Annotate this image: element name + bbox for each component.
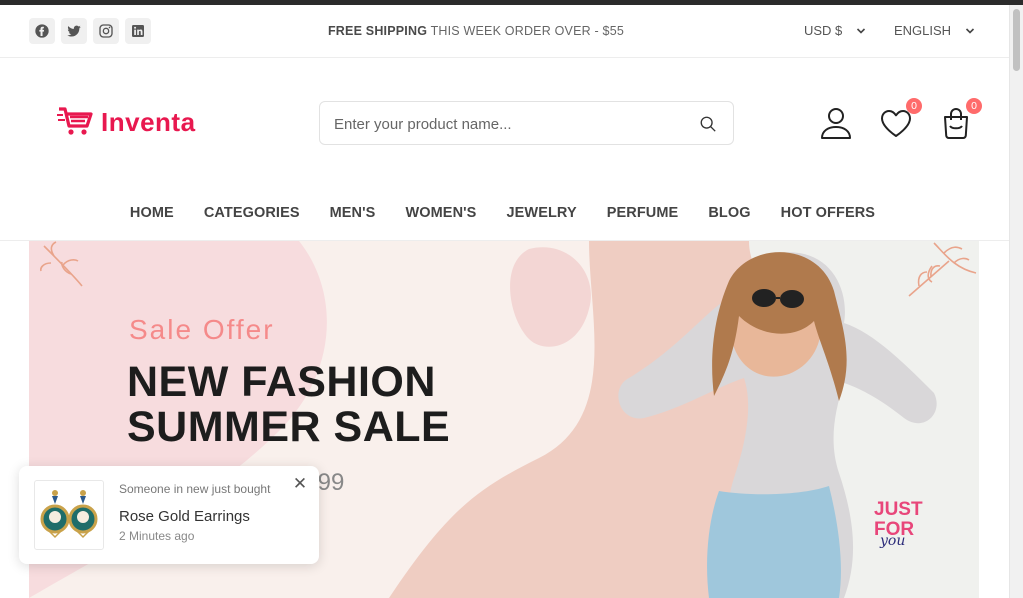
top-bar: FREE SHIPPING THIS WEEK ORDER OVER - $55… [0, 5, 1009, 58]
scrollbar-thumb[interactable] [1013, 9, 1020, 71]
hero-headline-line1: NEW FASHION [127, 358, 436, 406]
site-logo[interactable]: Inventa [57, 106, 196, 138]
chevron-down-icon [857, 27, 866, 34]
just-for-you-tag: JUST FOR you [874, 499, 923, 549]
nav-hot-offers[interactable]: HOT OFFERS [781, 205, 875, 221]
shipping-text: THIS WEEK ORDER OVER - $55 [427, 24, 625, 38]
search-box [319, 101, 734, 145]
nav-mens[interactable]: MEN'S [330, 205, 376, 221]
search-icon[interactable] [699, 115, 717, 133]
search-input[interactable] [334, 112, 674, 136]
hero-headline: NEW FASHION SUMMER SALE [127, 360, 450, 450]
currency-select[interactable]: USD $ [804, 23, 866, 38]
hero-headline-line2: SUMMER SALE [127, 403, 451, 451]
nav-blog[interactable]: BLOG [708, 205, 750, 221]
nav-home[interactable]: HOME [130, 205, 174, 221]
wishlist-count-badge: 0 [906, 98, 922, 114]
cart-count-badge: 0 [966, 98, 982, 114]
purchased-product-name[interactable]: Rose Gold Earrings [119, 508, 250, 525]
language-value: ENGLISH [894, 23, 952, 38]
tag-line-3: you [879, 533, 905, 549]
recent-purchase-popup[interactable]: Someone in new just bought Rose Gold Ear… [19, 466, 319, 564]
brand-name: Inventa [101, 106, 196, 137]
earrings-image [40, 490, 98, 539]
nav-perfume[interactable]: PERFUME [607, 205, 679, 221]
cart-logo-icon [57, 107, 93, 135]
cart-button[interactable]: 0 [939, 98, 982, 140]
nav-womens[interactable]: WOMEN'S [405, 205, 476, 221]
user-icon [821, 108, 851, 139]
purchase-meta: Someone in new just bought [119, 482, 271, 496]
shipping-highlight: FREE SHIPPING [327, 24, 428, 38]
nav-categories[interactable]: CATEGORIES [204, 205, 300, 221]
hero-subtitle: Sale Offer [129, 314, 275, 345]
product-thumbnail[interactable] [34, 480, 104, 550]
tag-line-1: JUST [874, 499, 923, 520]
currency-value: USD $ [804, 23, 843, 38]
wishlist-button[interactable]: 0 [879, 98, 922, 140]
main-navigation: HOME CATEGORIES MEN'S WOMEN'S JEWELRY PE… [0, 205, 1009, 221]
chevron-down-icon [966, 27, 975, 34]
language-select[interactable]: ENGLISH [894, 23, 975, 38]
account-button[interactable] [819, 106, 853, 140]
close-icon[interactable]: ✕ [291, 475, 309, 493]
page-scrollbar[interactable] [1009, 5, 1023, 598]
purchase-time: 2 Minutes ago [119, 529, 195, 543]
nav-jewelry[interactable]: JEWELRY [506, 205, 576, 221]
